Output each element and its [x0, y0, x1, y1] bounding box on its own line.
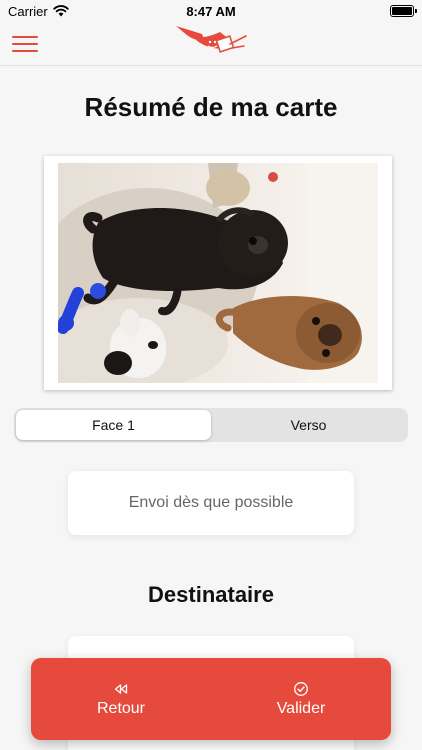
navigation-bar	[0, 22, 422, 66]
page-title: Résumé de ma carte	[84, 92, 338, 122]
back-label: Retour	[96, 699, 146, 717]
status-left: Carrier	[8, 4, 69, 19]
tab-face-1[interactable]: Face 1	[16, 410, 211, 440]
tab-verso[interactable]: Verso	[211, 410, 406, 440]
check-circle-icon	[294, 681, 308, 696]
validate-label: Valider	[276, 699, 326, 717]
recipient-section-title: Destinataire	[148, 582, 274, 607]
action-bar: Retour Valider	[31, 658, 391, 740]
back-button[interactable]: Retour	[31, 658, 211, 740]
battery-icon	[390, 5, 417, 17]
rewind-icon	[114, 683, 128, 694]
battery-fill	[392, 7, 412, 15]
wifi-icon	[53, 5, 69, 17]
status-bar: Carrier 8:47 AM	[0, 0, 422, 22]
carrier-label: Carrier	[8, 3, 48, 19]
app-logo-icon	[176, 26, 247, 53]
hamburger-menu-icon[interactable]	[12, 34, 38, 54]
face-tabs: Face 1 Verso	[14, 408, 408, 442]
send-option-button[interactable]: Envoi dès que possible	[68, 471, 354, 535]
card-preview[interactable]	[44, 156, 392, 390]
validate-button[interactable]: Valider	[211, 658, 391, 740]
card-photo	[58, 163, 378, 383]
